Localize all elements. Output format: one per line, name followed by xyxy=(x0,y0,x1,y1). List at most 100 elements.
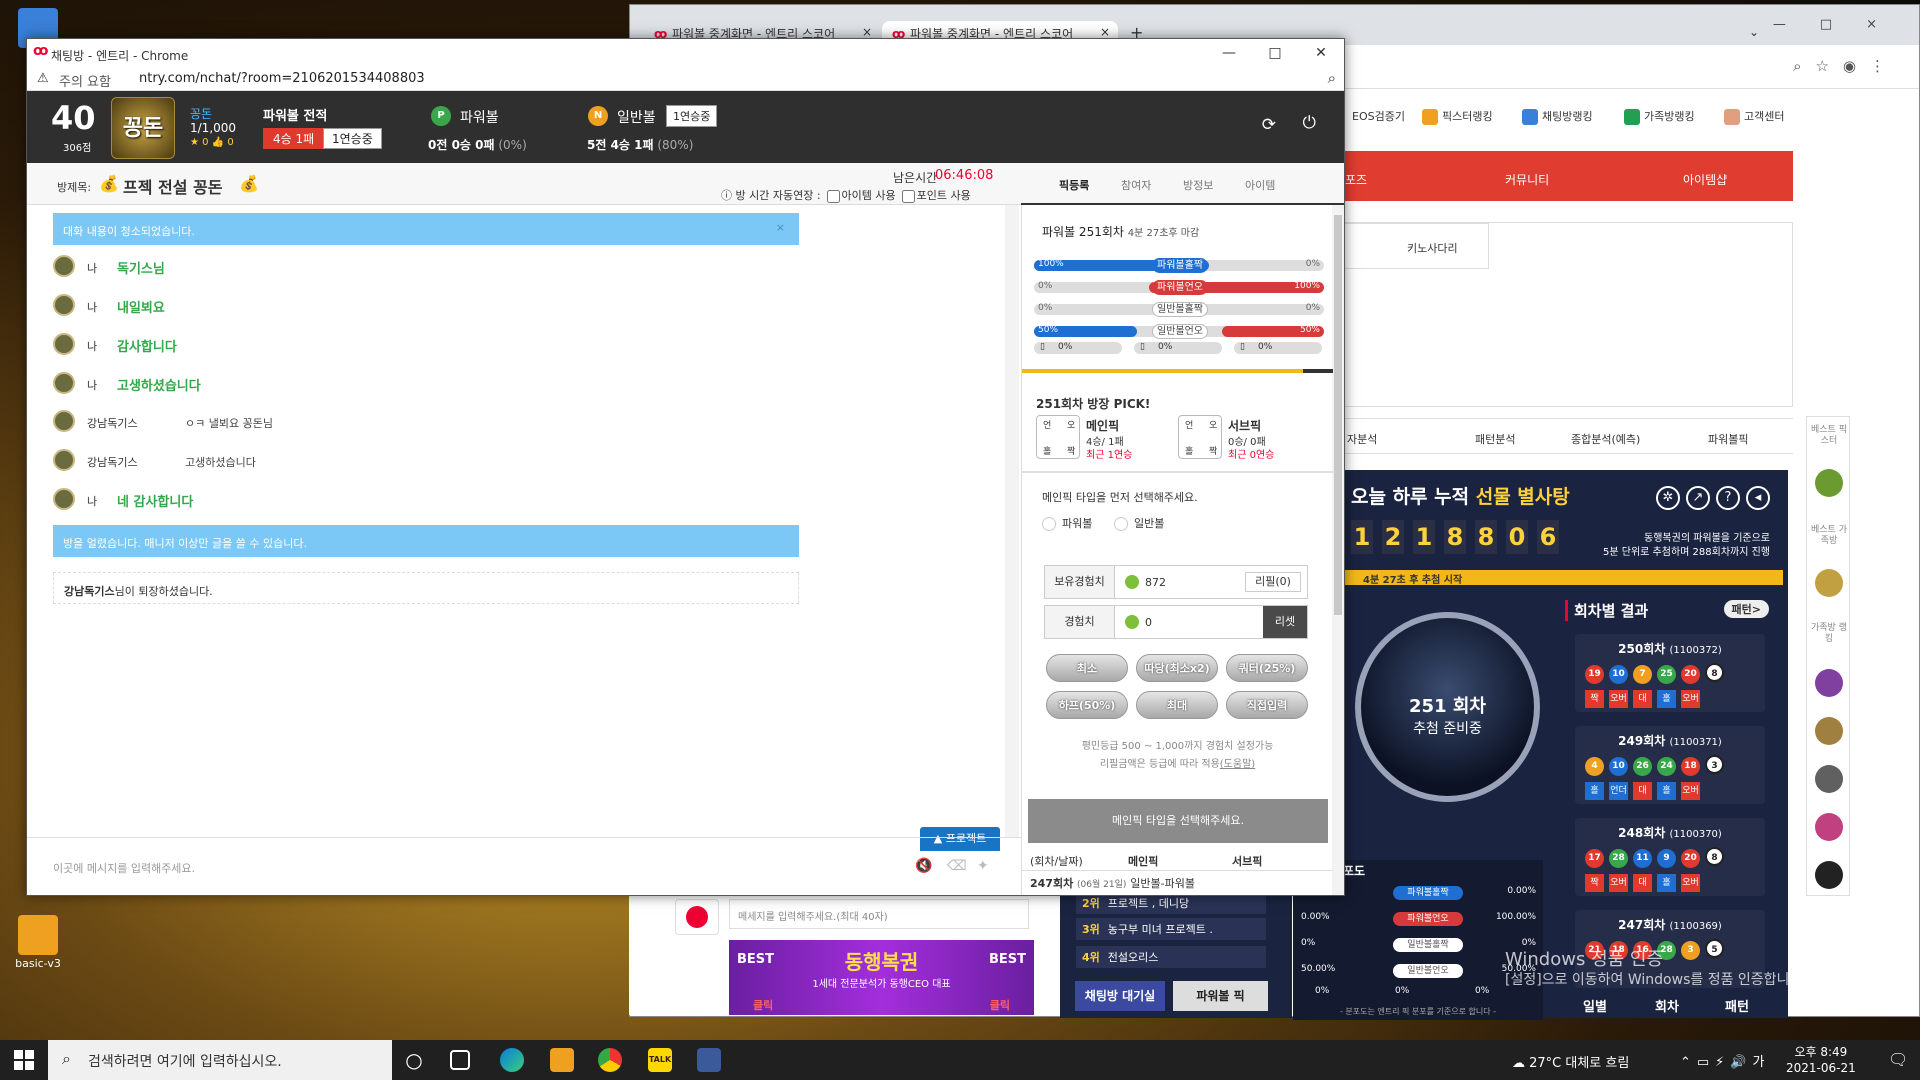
msg-sender[interactable]: 강남독기스 xyxy=(87,454,138,470)
side-avatar[interactable] xyxy=(1815,469,1843,497)
chrome-icon[interactable] xyxy=(598,1048,622,1072)
ratio-label[interactable]: 일반볼홀짝 xyxy=(1152,302,1208,317)
ratio-label[interactable]: 일반볼언오 xyxy=(1152,324,1208,339)
ratio-label[interactable]: 파워볼언오 xyxy=(1152,280,1208,295)
sound-icon[interactable]: ◂ xyxy=(1746,486,1770,510)
msg-sender[interactable]: 나 xyxy=(87,260,97,276)
sub-tab-keno[interactable]: 키노사다리 xyxy=(1344,223,1489,269)
settings-icon[interactable]: ✲ xyxy=(1656,486,1680,510)
msg-sender[interactable]: 나 xyxy=(87,493,97,509)
zoom-icon[interactable]: ⌕ xyxy=(1328,69,1336,87)
pattern-button[interactable]: 패턴> xyxy=(1723,600,1769,618)
ad-banner[interactable]: BEST BEST 동행복권 1세대 전문분석가 동행CEO 대표 클릭 클릭 xyxy=(729,940,1034,1015)
eraser-icon[interactable]: ⌫ xyxy=(947,858,967,874)
tab-pick-register[interactable]: 픽등록 xyxy=(1059,177,1089,193)
maximize-icon[interactable]: □ xyxy=(1252,39,1298,67)
point-use-checkbox[interactable] xyxy=(901,189,915,203)
taskbar-clock[interactable]: 오후 8:49 2021-06-21 xyxy=(1786,1044,1856,1076)
minimize-icon[interactable]: — xyxy=(1206,39,1252,67)
chat-input[interactable]: 이곳에 메시지를 입력해주세요. xyxy=(53,860,195,876)
ratio-label[interactable]: 파워볼홀짝 xyxy=(1152,258,1208,273)
menu-eos[interactable]: EOS검증기 xyxy=(1352,108,1405,124)
help-link[interactable]: (도움말) xyxy=(1220,759,1255,770)
powerball-pick-button[interactable]: 파워볼 픽 xyxy=(1173,981,1268,1011)
menu-familyrank[interactable]: 가족방랭킹 xyxy=(1624,108,1695,125)
menu-chatrank[interactable]: 채팅방랭킹 xyxy=(1522,108,1593,125)
chat-scrollbar[interactable] xyxy=(1005,205,1019,837)
bg-window-controls[interactable]: —□× xyxy=(1773,17,1911,32)
item-use-checkbox[interactable] xyxy=(826,189,840,203)
close-icon[interactable]: × xyxy=(776,221,785,234)
custom-input-button[interactable]: 직접입력 xyxy=(1226,691,1308,719)
quarter-button[interactable]: 쿼터(25%) xyxy=(1226,654,1308,682)
side-avatar[interactable] xyxy=(1815,569,1843,597)
leave-user[interactable]: 강남독기스 xyxy=(64,585,115,598)
reset-button[interactable]: 리셋 xyxy=(1263,606,1307,638)
bg-toolbar-icons[interactable]: ⌕☆◉⋮ xyxy=(1793,57,1899,75)
tab-daily[interactable]: 일별 xyxy=(1583,996,1607,1015)
nav-community[interactable]: 커뮤니티 xyxy=(1505,171,1549,188)
system-tray-icons[interactable]: ⌃▭⚡🔊가 xyxy=(1680,1051,1770,1070)
analysis-tab[interactable]: 종합분석(예측) xyxy=(1571,431,1640,447)
magic-wand-icon[interactable]: ✦ xyxy=(977,858,989,874)
nav-item[interactable]: 포즈 xyxy=(1345,171,1367,188)
double-button[interactable]: 따당(최소x2) xyxy=(1136,654,1218,682)
tab-room-info[interactable]: 방정보 xyxy=(1183,177,1213,193)
pick-scrollbar[interactable] xyxy=(1332,205,1344,895)
menu-pickster[interactable]: 픽스터랭킹 xyxy=(1422,108,1493,125)
msg-sender[interactable]: 나 xyxy=(87,338,97,354)
analysis-tab[interactable]: 파워볼픽 xyxy=(1708,431,1748,447)
sub-pick-grid[interactable]: 언 오홀 짝 xyxy=(1178,415,1222,459)
side-avatar[interactable] xyxy=(1815,813,1843,841)
cortana-icon[interactable]: ○ xyxy=(402,1048,426,1072)
side-avatar[interactable] xyxy=(1815,861,1843,889)
msg-sender[interactable]: 나 xyxy=(87,299,97,315)
tab-round[interactable]: 회차 xyxy=(1655,996,1679,1015)
tab-search-icon[interactable]: ⌄ xyxy=(1749,25,1759,39)
task-view-icon[interactable] xyxy=(450,1050,470,1070)
desktop-icon-basic[interactable]: basic-v3 xyxy=(12,915,64,970)
tab-items[interactable]: 아이템 xyxy=(1245,177,1275,193)
max-button[interactable]: 최대 xyxy=(1136,691,1218,719)
close-icon[interactable]: × xyxy=(862,25,872,39)
address-bar[interactable]: ⚠ 주의 요함 ntry.com/nchat/?room=21062015344… xyxy=(27,67,1344,91)
ranking-item[interactable]: 3위 농구부 미녀 프로젝트 . xyxy=(1076,918,1266,940)
refresh-icon[interactable]: ⟳ xyxy=(1262,115,1276,135)
kakaotalk-icon[interactable]: TALK xyxy=(648,1048,672,1072)
window-titlebar[interactable]: ꝏ 채팅방 - 엔트리 - Chrome — □ ✕ xyxy=(27,39,1344,67)
waiting-room-button[interactable]: 채팅방 대기실 xyxy=(1075,981,1165,1011)
submit-pick-button[interactable]: 메인픽 타입을 선택해주세요. xyxy=(1028,799,1328,843)
mute-icon[interactable]: 🔇 xyxy=(915,858,932,874)
close-icon[interactable]: ✕ xyxy=(1298,39,1344,67)
msg-sender[interactable]: 강남독기스 xyxy=(87,415,138,431)
url-text[interactable]: ntry.com/nchat/?room=2106201534408803 xyxy=(139,71,425,86)
scroll-thumb[interactable] xyxy=(1334,215,1342,615)
help-icon[interactable]: ? xyxy=(1716,486,1740,510)
analysis-tab[interactable]: 자분석 xyxy=(1347,431,1377,447)
windows-start-icon[interactable] xyxy=(14,1050,34,1070)
msg-sender[interactable]: 나 xyxy=(87,377,97,393)
side-avatar[interactable] xyxy=(1815,765,1843,793)
ranking-item[interactable]: 4위 전설오리스 xyxy=(1076,946,1266,968)
main-pick-grid[interactable]: 언 오홀 짝 xyxy=(1036,415,1080,459)
taskbar-search[interactable]: ⌕ 검색하려면 여기에 입력하십시오. xyxy=(48,1040,392,1080)
menu-support[interactable]: 고객센터 xyxy=(1724,108,1784,125)
side-avatar[interactable] xyxy=(1815,669,1843,697)
radio-normalball[interactable]: 일반볼 xyxy=(1114,515,1164,531)
nav-itemshop[interactable]: 아이템샵 xyxy=(1683,171,1727,188)
tab-participants[interactable]: 참여자 xyxy=(1121,177,1151,193)
power-icon[interactable]: ⏻ xyxy=(1303,113,1316,133)
exp-input[interactable]: 0 xyxy=(1145,616,1152,629)
edge-icon[interactable] xyxy=(500,1048,524,1072)
half-button[interactable]: 하프(50%) xyxy=(1046,691,1128,719)
avatar[interactable]: 꽁돈 xyxy=(111,97,175,159)
close-icon[interactable]: × xyxy=(1100,25,1110,39)
weather-widget[interactable]: ☁ 27°C 대체로 흐림 xyxy=(1512,1052,1629,1071)
refill-button[interactable]: 리필(0) xyxy=(1245,572,1301,592)
user-nick[interactable]: 꽁돈 xyxy=(190,105,212,122)
bg-chat-input[interactable]: 메세지를 입력해주세요.(최대 40자) xyxy=(729,899,1029,929)
share-icon[interactable]: ↗ xyxy=(1686,486,1710,510)
app-icon[interactable] xyxy=(550,1048,574,1072)
tab-pattern[interactable]: 패턴 xyxy=(1725,996,1749,1015)
notification-icon[interactable]: 🗨 xyxy=(1888,1050,1908,1069)
